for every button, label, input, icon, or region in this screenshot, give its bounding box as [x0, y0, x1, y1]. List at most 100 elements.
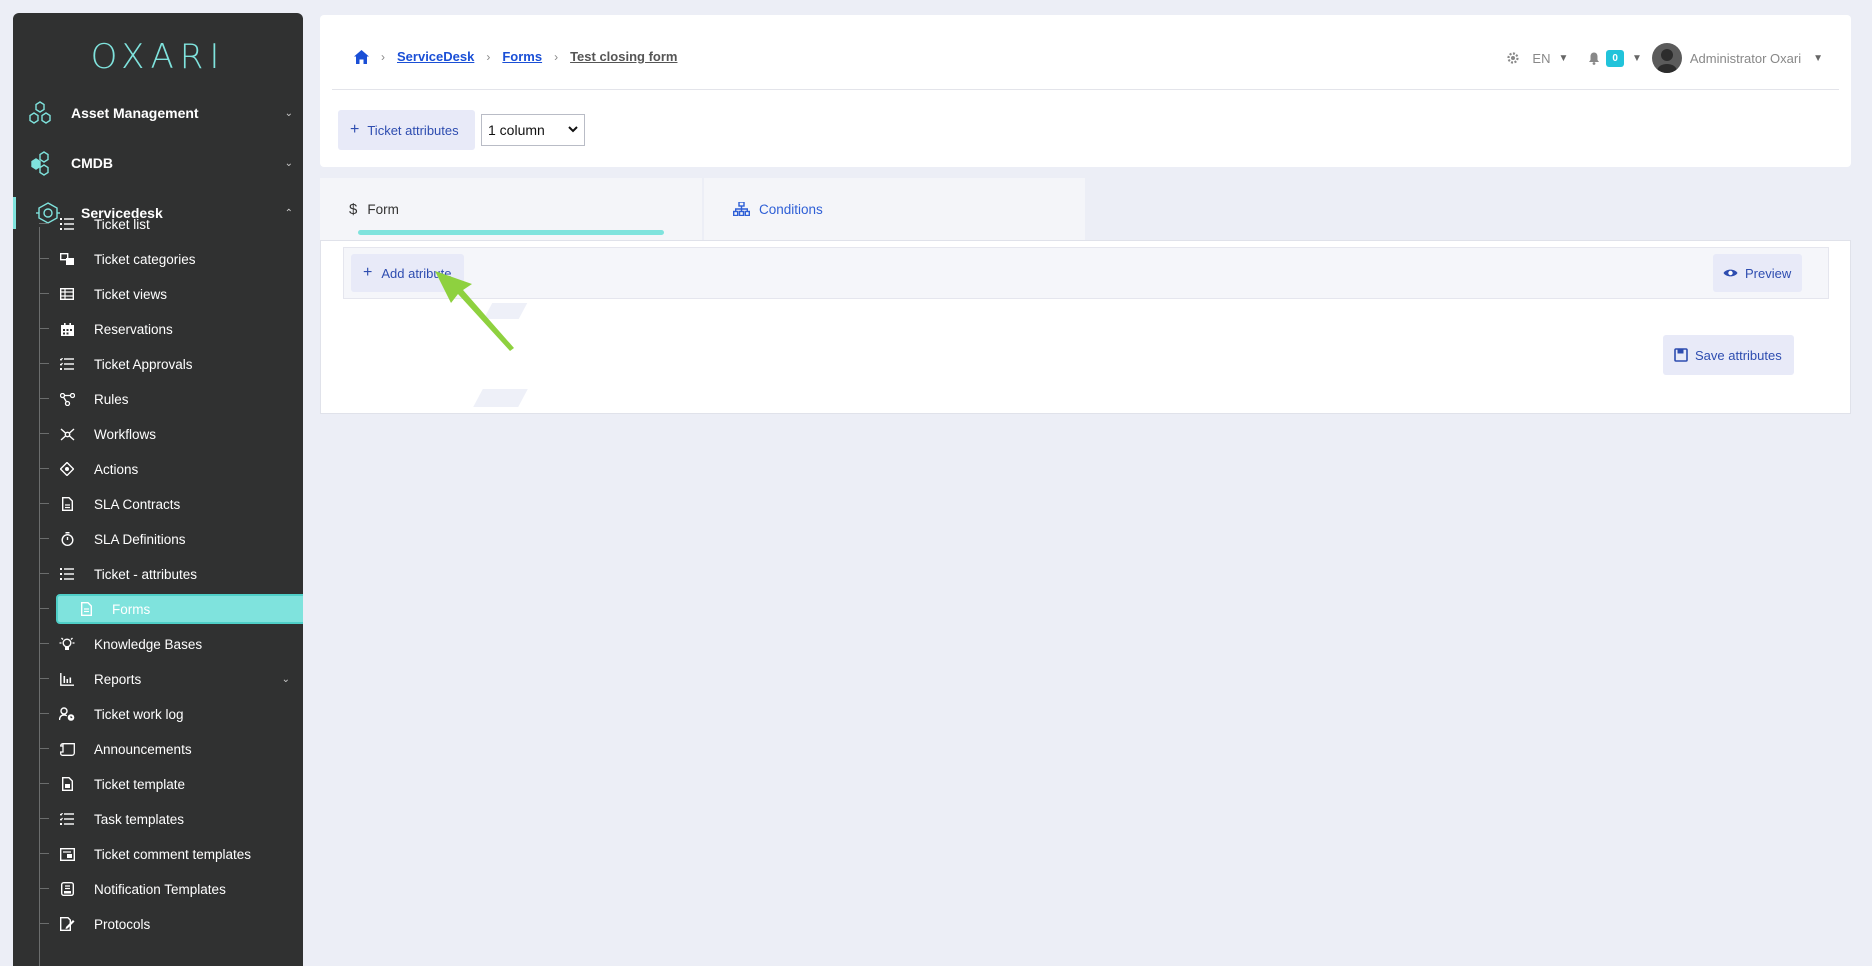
sidebar-item-ticket-approvals[interactable]: Ticket Approvals	[39, 349, 299, 379]
file-icon	[59, 776, 75, 792]
tree-branch	[39, 783, 49, 784]
sidebar-item-forms[interactable]: Forms	[39, 594, 303, 624]
tree-branch	[39, 608, 49, 609]
sidebar-item-label: Reports	[94, 671, 142, 687]
sidebar-item-actions[interactable]: Actions	[39, 454, 299, 484]
ticket-attributes-button[interactable]: + Ticket attributes	[338, 110, 475, 150]
hexagons-icon	[29, 101, 51, 124]
sidebar-item-ticket-list[interactable]: Ticket list	[39, 209, 299, 239]
breadcrumb: › ServiceDesk › Forms › Test closing for…	[354, 49, 677, 64]
sidebar-item-label: Ticket template	[94, 776, 186, 792]
header-controls: EN ▼ 0 ▼ Administrator Oxari ▼	[1506, 43, 1823, 73]
tree-branch	[39, 923, 49, 924]
save-attributes-button[interactable]: Save attributes	[1663, 335, 1794, 375]
form-icon	[78, 601, 94, 617]
protocol-icon	[59, 916, 75, 932]
sidebar-item-workflows[interactable]: Workflows	[39, 419, 299, 449]
sidebar-item-reports[interactable]: Reports ⌄	[39, 664, 299, 694]
document-icon	[59, 496, 75, 512]
sidebar-item-label: SLA Contracts	[94, 496, 181, 512]
sidebar-item-ticket-views[interactable]: Ticket views	[39, 279, 299, 309]
sidebar-item-label: Ticket comment templates	[94, 846, 252, 862]
user-clock-icon	[59, 706, 75, 722]
tree-branch	[39, 503, 49, 504]
sidebar-item-ticket-template[interactable]: Ticket template	[39, 769, 299, 799]
chevron-right-icon: ›	[554, 49, 559, 64]
comment-template-icon	[59, 846, 75, 862]
sidebar-item-announcements[interactable]: Announcements	[39, 734, 299, 764]
sidebar-item-ticket-comment-templates[interactable]: Ticket comment templates	[39, 839, 299, 869]
hexagon-cluster-icon	[31, 151, 49, 176]
sidebar-item-reservations[interactable]: Reservations	[39, 314, 299, 344]
sidebar-item-ticket-attributes[interactable]: Ticket - attributes	[39, 559, 299, 589]
caret-down-icon[interactable]: ▼	[1813, 53, 1823, 64]
stopwatch-icon	[59, 531, 75, 547]
sidebar: OXARI Asset Management ⌄ CMDB ⌄ Serviced…	[13, 13, 303, 966]
sidebar-section-label: CMDB	[71, 155, 113, 171]
tab-conditions[interactable]: Conditions	[704, 178, 1085, 240]
tab-conditions-label: Conditions	[759, 201, 823, 217]
chevron-down-icon: ⌄	[281, 673, 290, 685]
breadcrumb-current[interactable]: Test closing form	[570, 49, 677, 64]
sidebar-item-sla-contracts[interactable]: SLA Contracts	[39, 489, 299, 519]
bell-icon[interactable]	[1588, 52, 1600, 65]
language-selector[interactable]: EN	[1532, 51, 1550, 66]
oxari-logo: OXARI	[90, 37, 226, 77]
sidebar-item-notification-templates[interactable]: Notification Templates	[39, 874, 299, 904]
sidebar-item-rules[interactable]: Rules	[39, 384, 299, 414]
preview-label: Preview	[1745, 265, 1792, 281]
tree-branch	[39, 258, 49, 259]
lightbulb-icon	[59, 636, 75, 652]
tab-form-label: Form	[367, 201, 399, 217]
tree-branch	[39, 713, 49, 714]
sidebar-item-label: Ticket categories	[94, 251, 196, 267]
tree-branch	[39, 468, 49, 469]
floppy-disk-icon	[1674, 348, 1688, 362]
dollar-icon: $	[349, 200, 358, 218]
list-icon	[59, 216, 75, 232]
sidebar-item-task-templates[interactable]: Task templates	[39, 804, 299, 834]
sidebar-section-cmdb[interactable]: CMDB ⌄	[13, 143, 303, 183]
sidebar-item-label: Ticket views	[94, 286, 168, 302]
sidebar-item-label: Ticket list	[94, 216, 150, 232]
tree-branch	[39, 748, 49, 749]
sidebar-item-protocols[interactable]: Protocols	[39, 909, 299, 939]
divider	[332, 89, 1839, 90]
tree-branch	[39, 223, 49, 224]
tree-branch	[39, 573, 49, 574]
breadcrumb-link-servicedesk[interactable]: ServiceDesk	[397, 49, 474, 64]
tree-branch	[39, 888, 49, 889]
plus-icon: +	[363, 264, 373, 281]
sidebar-item-label: Forms	[112, 601, 151, 617]
gear-icon[interactable]	[1506, 51, 1520, 65]
columns-select[interactable]: 1 column	[481, 114, 585, 146]
sidebar-section-asset-management[interactable]: Asset Management ⌄	[13, 93, 303, 133]
sidebar-item-label: Ticket Approvals	[94, 356, 193, 372]
sidebar-item-label: Ticket work log	[94, 706, 184, 722]
sidebar-item-knowledge-bases[interactable]: Knowledge Bases	[39, 629, 299, 659]
home-icon[interactable]	[354, 49, 369, 64]
tree-branch	[39, 433, 49, 434]
preview-button[interactable]: Preview	[1713, 254, 1802, 292]
checklist-icon	[59, 811, 75, 827]
caret-down-icon[interactable]: ▼	[1558, 53, 1568, 64]
chevron-right-icon: ›	[486, 49, 491, 64]
sidebar-item-label: Protocols	[94, 916, 151, 932]
chart-icon	[59, 671, 75, 687]
save-attributes-label: Save attributes	[1695, 347, 1782, 363]
columns-select-value: 1 column	[488, 122, 545, 138]
user-name[interactable]: Administrator Oxari	[1690, 51, 1801, 66]
sidebar-item-ticket-work-log[interactable]: Ticket work log	[39, 699, 299, 729]
checklist-icon	[59, 356, 75, 372]
avatar[interactable]	[1651, 43, 1682, 73]
sidebar-item-label: Task templates	[94, 811, 185, 827]
chevron-down-icon: ⌄	[284, 107, 293, 119]
sidebar-item-label: SLA Definitions	[94, 531, 186, 547]
sidebar-item-sla-definitions[interactable]: SLA Definitions	[39, 524, 299, 554]
sidebar-item-ticket-categories[interactable]: Ticket categories	[39, 244, 299, 274]
ghost-placeholder	[473, 389, 528, 407]
notification-badge[interactable]: 0	[1606, 49, 1624, 67]
tree-branch	[39, 398, 49, 399]
caret-down-icon[interactable]: ▼	[1632, 53, 1642, 64]
breadcrumb-link-forms[interactable]: Forms	[502, 49, 542, 64]
